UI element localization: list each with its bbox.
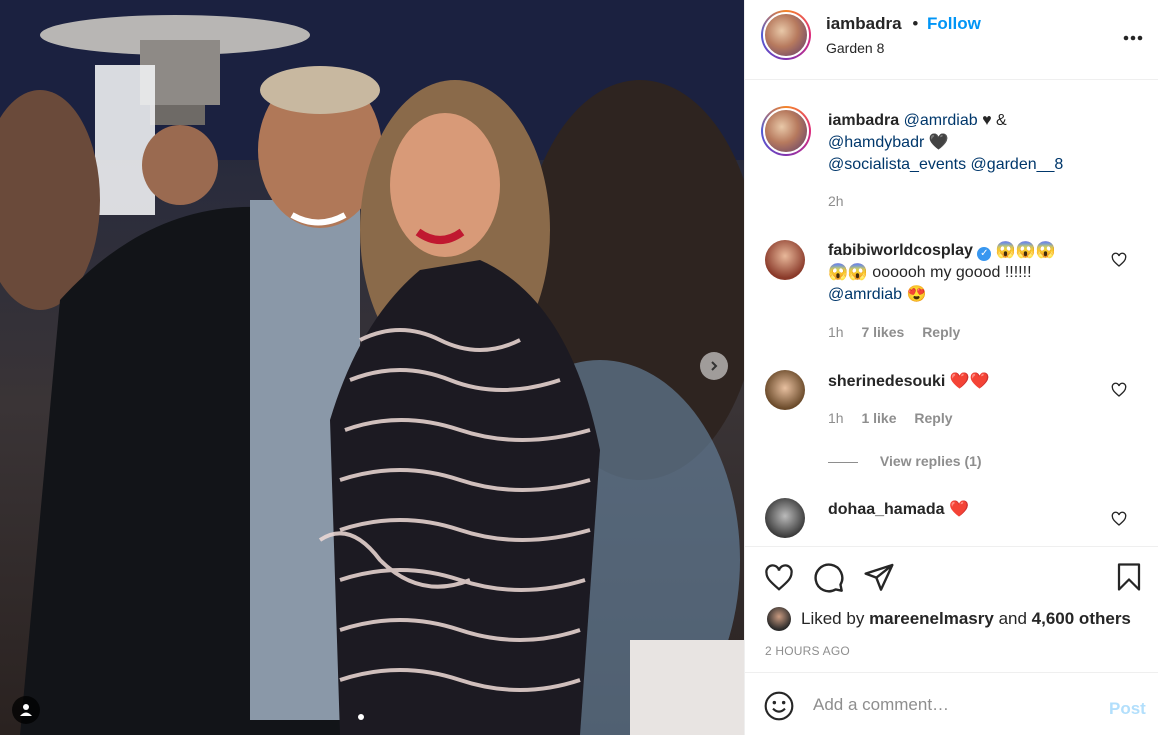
liked-by-and: and: [998, 609, 1027, 628]
mention-link[interactable]: @garden__8: [971, 156, 1064, 173]
reply-button[interactable]: Reply: [914, 410, 952, 426]
author-avatar[interactable]: [761, 10, 811, 60]
caption-username[interactable]: iambadra: [828, 112, 899, 129]
comment-body: 😱😱 oooooh my goood !!!!!!: [828, 264, 1032, 281]
emoji-text: 😍: [906, 286, 927, 303]
caption-fragment: ♥ &: [982, 112, 1007, 129]
commenter-avatar[interactable]: [765, 498, 805, 538]
comment-text: sherinedesouki ❤️❤️: [828, 371, 1128, 393]
comment-time[interactable]: 1h: [828, 410, 844, 426]
comment-bubble-icon[interactable]: [813, 562, 845, 594]
black-heart-emoji: 🖤: [928, 134, 949, 151]
add-comment-bar: Post: [745, 672, 1158, 735]
follow-button[interactable]: Follow: [927, 14, 981, 33]
emoji-text: 😱😱😱: [995, 242, 1056, 259]
caption-avatar[interactable]: [761, 106, 811, 156]
caption-text: iambadra @amrdiab ♥ & @hamdybadr 🖤 @soci…: [828, 110, 1138, 176]
post-timestamp[interactable]: 2 HOURS AGO: [765, 644, 850, 658]
comment-text: fabibiworldcosplay ✓ 😱😱😱 😱😱 oooooh my go…: [828, 240, 1128, 306]
verified-badge-icon: ✓: [977, 247, 992, 261]
share-paper-plane-icon[interactable]: [863, 561, 895, 593]
liked-by-prefix: Liked by: [801, 609, 865, 628]
comments-list[interactable]: iambadra @amrdiab ♥ & @hamdybadr 🖤 @soci…: [745, 80, 1158, 546]
carousel-indicator: [358, 714, 364, 720]
replies-divider: [828, 461, 858, 463]
separator: •: [912, 14, 919, 33]
reply-button[interactable]: Reply: [922, 324, 960, 340]
liker-avatar[interactable]: [767, 607, 791, 631]
chevron-right-icon: [711, 361, 718, 371]
view-replies-label: View replies (1): [879, 453, 982, 469]
commenter-username[interactable]: fabibiworldcosplay: [828, 242, 973, 259]
comment-likes[interactable]: 1 like: [861, 410, 896, 426]
comment-input[interactable]: [811, 691, 1085, 719]
post-header: iambadra • Follow Garden 8: [745, 0, 1158, 80]
post-comment-button[interactable]: Post: [1109, 699, 1146, 719]
view-replies-button[interactable]: View replies (1): [828, 453, 982, 469]
more-options-button[interactable]: [1123, 28, 1147, 44]
post-photo: [0, 0, 744, 735]
author-username[interactable]: iambadra: [826, 14, 902, 33]
comment-time[interactable]: 1h: [828, 324, 844, 340]
commenter-username[interactable]: dohaa_hamada: [828, 501, 944, 518]
mention-link[interactable]: @hamdybadr: [828, 134, 924, 151]
post-actions: Liked by mareenelmasry and 4,600 others …: [745, 546, 1158, 672]
emoji-picker-icon[interactable]: [763, 690, 795, 722]
mention-link[interactable]: @socialista_events: [828, 156, 966, 173]
comment-likes[interactable]: 7 likes: [861, 324, 904, 340]
comment-meta: 1h 1 like Reply: [828, 410, 953, 426]
post-image[interactable]: [0, 0, 744, 735]
post-location[interactable]: Garden 8: [826, 40, 884, 56]
like-heart-icon[interactable]: [763, 563, 795, 593]
mention-link[interactable]: @amrdiab: [904, 112, 978, 129]
user-icon: [20, 704, 32, 716]
mention-link[interactable]: @amrdiab: [828, 286, 902, 303]
comment-text: dohaa_hamada ❤️: [828, 499, 1128, 521]
more-horizontal-icon: [1123, 35, 1143, 41]
likes-count-button[interactable]: 4,600 others: [1032, 609, 1131, 628]
comment-meta: 1h 7 likes Reply: [828, 324, 960, 340]
likes-summary: Liked by mareenelmasry and 4,600 others: [801, 609, 1131, 629]
emoji-text: ❤️❤️: [949, 373, 990, 390]
bookmark-icon[interactable]: [1114, 561, 1144, 593]
commenter-avatar[interactable]: [765, 370, 805, 410]
tagged-users-button[interactable]: [12, 696, 40, 724]
like-comment-heart-icon[interactable]: [1111, 511, 1127, 527]
caption-timestamp[interactable]: 2h: [828, 193, 844, 209]
post-sidebar: iambadra • Follow Garden 8 iambadra @amr…: [744, 0, 1158, 735]
commenter-avatar[interactable]: [765, 240, 805, 280]
like-comment-heart-icon[interactable]: [1111, 252, 1127, 268]
liked-by-user[interactable]: mareenelmasry: [869, 609, 994, 628]
emoji-text: ❤️: [948, 501, 969, 518]
next-slide-button[interactable]: [700, 352, 728, 380]
commenter-username[interactable]: sherinedesouki: [828, 373, 945, 390]
like-comment-heart-icon[interactable]: [1111, 382, 1127, 398]
